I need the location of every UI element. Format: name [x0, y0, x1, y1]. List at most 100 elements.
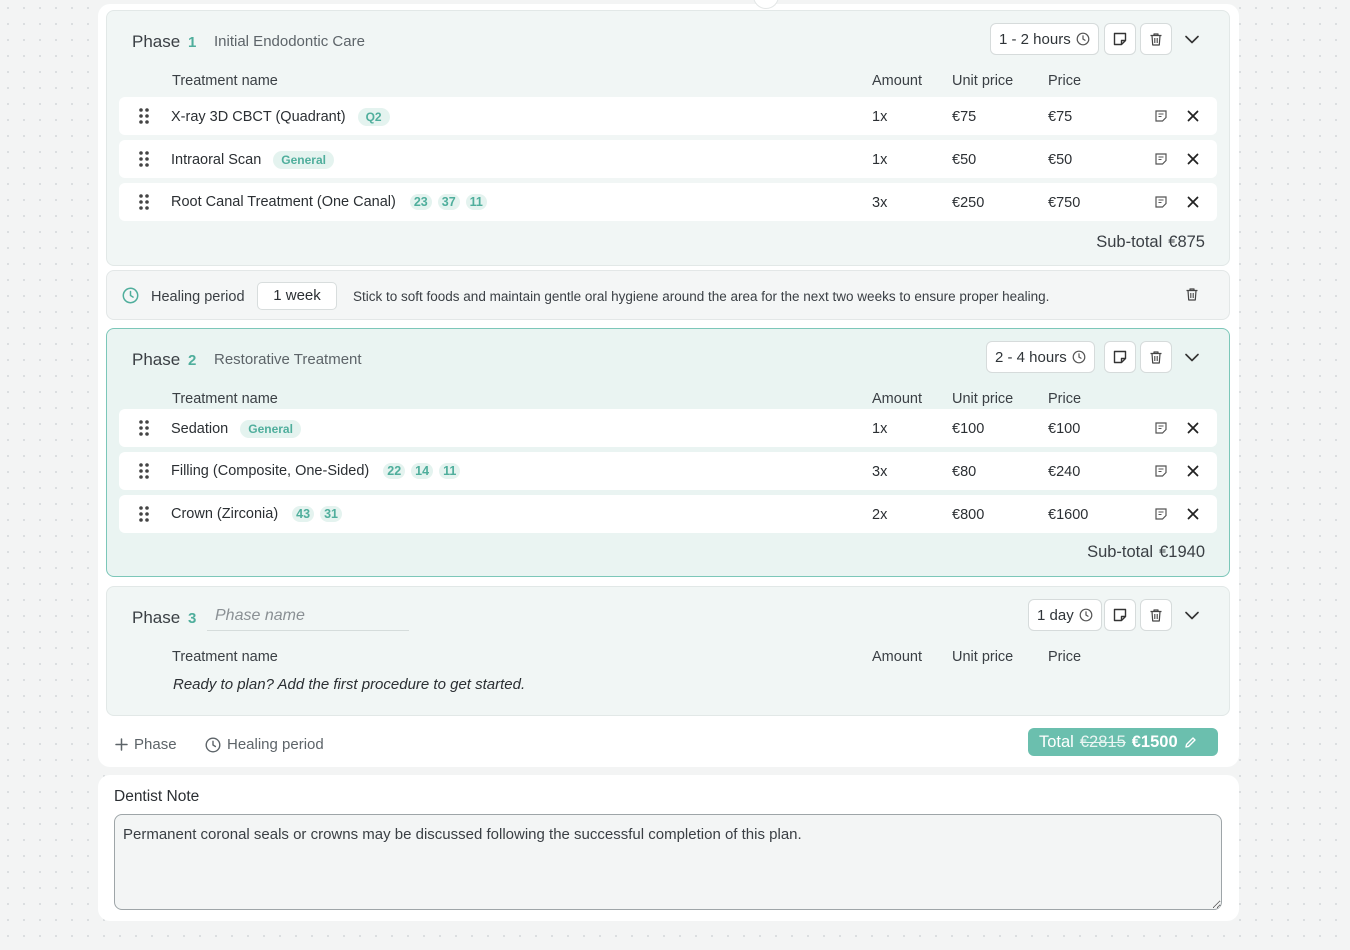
phase-name-input[interactable] [207, 601, 409, 631]
phase-header: Phase 3 1 day [107, 587, 1229, 631]
collapse-button[interactable] [1182, 29, 1202, 49]
row-note-icon[interactable] [1153, 463, 1169, 479]
amount-cell[interactable]: 1x [872, 152, 887, 168]
row-note-icon[interactable] [1153, 420, 1169, 436]
remove-row-icon[interactable] [1185, 194, 1201, 210]
tooth-tag: 22 [383, 463, 406, 479]
row-note-icon[interactable] [1153, 506, 1169, 522]
phase-1-card: Phase 1 Initial Endodontic Care 1 - 2 ho… [106, 10, 1230, 266]
collapse-button[interactable] [1182, 605, 1202, 625]
remove-row-icon[interactable] [1185, 463, 1201, 479]
price-cell: €240 [1048, 464, 1081, 480]
sticky-note-icon [1113, 350, 1127, 364]
phase-note-button[interactable] [1104, 599, 1136, 631]
chevron-down-icon [1185, 611, 1199, 619]
price-cell: €1600 [1048, 507, 1089, 523]
drag-handle-icon[interactable] [138, 107, 150, 125]
total-badge[interactable]: Total €2815 €1500 [1028, 728, 1218, 756]
amount-cell[interactable]: 3x [872, 464, 887, 480]
drag-handle-icon[interactable] [138, 505, 150, 523]
unit-price-cell[interactable]: €800 [952, 507, 984, 523]
phase-name[interactable]: Restorative Treatment [214, 351, 362, 368]
amount-cell[interactable]: 1x [872, 109, 887, 125]
tooth-tag: 11 [465, 194, 487, 210]
tooth-tag: 37 [437, 194, 460, 210]
column-header-name: Treatment name [172, 391, 278, 407]
unit-price-cell[interactable]: €100 [952, 421, 984, 437]
unit-price-cell[interactable]: €80 [952, 464, 976, 480]
add-phase-button[interactable]: Phase [115, 736, 177, 753]
treatment-row[interactable]: Crown (Zirconia) 43 31 2x €800 €1600 [119, 495, 1217, 533]
phase-delete-button[interactable] [1140, 341, 1172, 373]
tooth-tag: 23 [409, 194, 432, 210]
unit-price-cell[interactable]: €250 [952, 195, 984, 211]
drag-handle-icon[interactable] [138, 462, 150, 480]
duration-selector[interactable]: 1 day [1028, 599, 1102, 631]
add-healing-period-button[interactable]: Healing period [205, 736, 324, 753]
clock-icon [1079, 608, 1093, 622]
region-tag: Q2 [357, 108, 390, 126]
amount-cell[interactable]: 2x [872, 507, 887, 523]
subtotal-value: €875 [1168, 233, 1205, 251]
region-tag: General [240, 420, 301, 438]
row-note-icon[interactable] [1153, 194, 1169, 210]
treatment-row[interactable]: X-ray 3D CBCT (Quadrant) Q2 1x €75 €75 [119, 97, 1217, 135]
treatment-row[interactable]: Intraoral Scan General 1x €50 €50 [119, 140, 1217, 178]
unit-price-cell[interactable]: €50 [952, 152, 976, 168]
remove-row-icon[interactable] [1185, 151, 1201, 167]
dentist-note-title: Dentist Note [114, 788, 200, 805]
remove-row-icon[interactable] [1185, 506, 1201, 522]
subtotal: Sub-total €1940 [1081, 543, 1205, 562]
trash-icon[interactable] [1185, 287, 1199, 302]
treatment-row[interactable]: Filling (Composite, One-Sided) 22 14 11 3x … [119, 452, 1217, 490]
total-original: €2815 [1079, 732, 1126, 751]
amount-cell[interactable]: 3x [872, 195, 887, 211]
duration-value: 2 - 4 hours [995, 348, 1067, 366]
subtotal-value: €1940 [1159, 543, 1205, 561]
chevron-down-icon [1185, 353, 1199, 361]
sticky-note-icon [1113, 608, 1127, 622]
drag-handle-icon[interactable] [138, 193, 150, 211]
drag-handle-icon[interactable] [138, 419, 150, 437]
phase-name[interactable]: Initial Endodontic Care [214, 33, 365, 50]
treatment-name-cell: Root Canal Treatment (One Canal) 23 37 11 [171, 194, 487, 210]
unit-price-cell[interactable]: €75 [952, 109, 976, 125]
duration-selector[interactable]: 2 - 4 hours [986, 341, 1095, 373]
sticky-note-icon [1113, 32, 1127, 46]
top-notch [753, 0, 779, 9]
healing-instructions[interactable]: Stick to soft foods and maintain gentle … [353, 289, 1049, 304]
column-header-name: Treatment name [172, 649, 278, 665]
remove-row-icon[interactable] [1185, 108, 1201, 124]
healing-duration-input[interactable]: 1 week [257, 282, 337, 310]
treatment-row[interactable]: Root Canal Treatment (One Canal) 23 37 11 3… [119, 183, 1217, 221]
column-header-amount: Amount [872, 649, 922, 665]
price-cell: €100 [1048, 421, 1081, 437]
empty-phase-message: Ready to plan? Add the first procedure t… [173, 676, 526, 693]
column-header-price: Price [1048, 73, 1082, 89]
pencil-icon[interactable] [1184, 736, 1197, 749]
treatment-row[interactable]: Sedation General 1x €100 €100 [119, 409, 1217, 447]
column-header-amount: Amount [872, 73, 922, 89]
column-header-name: Treatment name [172, 73, 278, 89]
row-note-icon[interactable] [1153, 108, 1169, 124]
treatment-plan-card: Phase 1 Initial Endodontic Care 1 - 2 ho… [98, 0, 1239, 767]
column-header-price: Price [1048, 649, 1082, 665]
phase-note-button[interactable] [1104, 341, 1136, 373]
phase-delete-button[interactable] [1140, 599, 1172, 631]
tooth-tag: 31 [320, 506, 342, 522]
column-header-unit-price: Unit price [952, 391, 1014, 407]
treatment-name: Root Canal Treatment (One Canal) [171, 194, 396, 210]
plus-icon [115, 738, 128, 751]
dentist-note-textarea[interactable]: Permanent coronal seals or crowns may be… [114, 814, 1222, 910]
remove-row-icon[interactable] [1185, 420, 1201, 436]
duration-selector[interactable]: 1 - 2 hours [990, 23, 1099, 55]
phase-note-button[interactable] [1104, 23, 1136, 55]
drag-handle-icon[interactable] [138, 150, 150, 168]
amount-cell[interactable]: 1x [872, 421, 887, 437]
phase-2-card: Phase 2 Restorative Treatment 2 - 4 hour… [106, 328, 1230, 577]
phase-3-card: Phase 3 1 day Treatment name Amount Unit… [106, 586, 1230, 716]
row-note-icon[interactable] [1153, 151, 1169, 167]
phase-delete-button[interactable] [1140, 23, 1172, 55]
treatment-name: Sedation [171, 421, 229, 437]
collapse-button[interactable] [1182, 347, 1202, 367]
